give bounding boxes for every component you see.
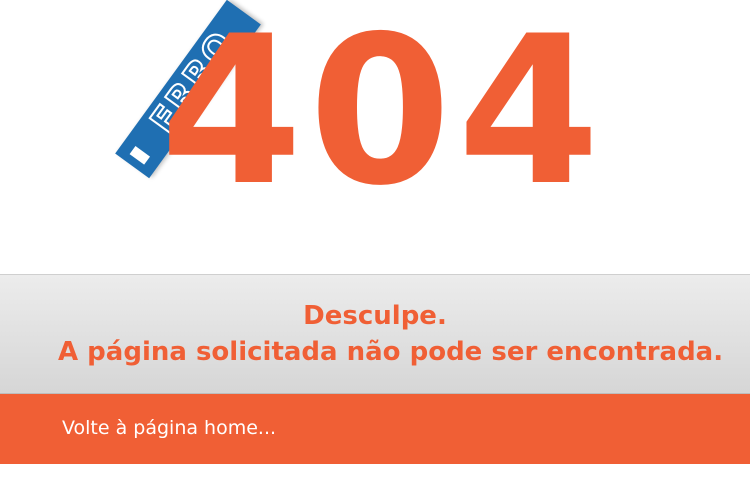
- home-bar: Volte à página home...: [0, 394, 750, 464]
- error-code: 404: [160, 0, 606, 231]
- error-hero: ERRO 404: [0, 0, 750, 275]
- error-title: Desculpe.: [303, 301, 447, 331]
- error-subtitle: A página solicitada não pode ser encontr…: [58, 337, 724, 367]
- badge-notch: [129, 146, 151, 165]
- message-band: Desculpe. A página solicitada não pode s…: [0, 274, 750, 394]
- home-link[interactable]: Volte à página home...: [62, 417, 276, 439]
